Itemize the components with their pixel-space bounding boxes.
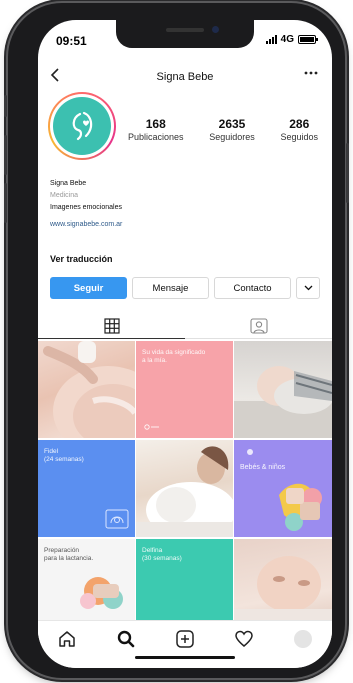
tab-grid[interactable]	[38, 313, 185, 339]
stat-following[interactable]: 286 Seguidos	[280, 117, 318, 142]
new-post-icon[interactable]	[173, 627, 197, 651]
stat-posts[interactable]: 168 Publicaciones	[128, 117, 184, 142]
contact-button[interactable]: Contacto	[214, 277, 291, 299]
followers-count: 2635	[218, 117, 246, 131]
post-tile[interactable]	[234, 341, 332, 438]
posts-count: 168	[145, 117, 166, 131]
post-tile[interactable]: Su vida da significado a la mía.	[136, 341, 233, 438]
top-nav: Signa Bebe	[38, 64, 332, 92]
speaker	[166, 28, 204, 32]
tab-tagged[interactable]	[185, 313, 332, 339]
post-caption: Delfina (30 semanas)	[142, 547, 182, 562]
profile-name: Signa Bebe	[50, 180, 87, 187]
signal-icon	[265, 35, 277, 44]
phone-frame: 09:51 4G Signa Bebe 168 Publicaciones 26…	[4, 3, 349, 678]
post-caption: Su vida da significado a la mía.	[142, 349, 206, 364]
ultrasound-frame-icon	[105, 509, 129, 529]
chevron-down-icon	[304, 285, 312, 291]
pregnant-mother-photo	[136, 446, 233, 537]
post-tile[interactable]: Fidel (24 semanas)	[38, 440, 135, 537]
battery-icon	[298, 35, 318, 44]
heart-icon[interactable]	[232, 627, 256, 651]
status-time: 09:51	[56, 34, 87, 48]
follow-button[interactable]: Seguir	[50, 277, 127, 299]
profile-actions: Seguir Mensaje Contacto	[50, 277, 320, 299]
post-tile[interactable]: Bebés & niños	[234, 440, 332, 537]
network-label: 4G	[280, 34, 294, 45]
post-tile[interactable]	[38, 341, 135, 438]
following-label: Seguidos	[280, 132, 318, 142]
notch	[116, 20, 254, 48]
home-icon[interactable]	[55, 627, 79, 651]
profile-username-title: Signa Bebe	[156, 71, 214, 83]
search-icon[interactable]	[114, 627, 138, 651]
posts-label: Publicaciones	[128, 132, 184, 142]
volume-down-button	[4, 183, 7, 223]
stat-followers[interactable]: 2635 Seguidores	[209, 117, 255, 142]
profile-bio: Signa Bebe Medicina Imagenes emocionales…	[50, 178, 122, 231]
profile-tabs	[38, 313, 332, 339]
see-translation-link[interactable]: Ver traducción	[50, 254, 113, 264]
camera	[212, 26, 219, 33]
grid-icon	[103, 317, 120, 334]
more-options-icon[interactable]	[304, 66, 318, 83]
profile-website-link[interactable]: www.signabebe.com.ar	[50, 219, 122, 231]
post-tile[interactable]	[136, 440, 233, 537]
profile-avatar[interactable]	[48, 92, 116, 160]
post-caption: Preparación para la lactancia.	[44, 547, 94, 562]
profile-category: Medicina	[50, 192, 79, 199]
sleeping-baby-photo	[234, 366, 332, 438]
tagged-user-icon	[249, 317, 268, 334]
profile-stats: 168 Publicaciones 2635 Seguidores 286 Se…	[128, 117, 318, 142]
volume-up-button	[4, 135, 7, 175]
mute-switch	[4, 95, 7, 117]
status-right: 4G	[265, 34, 318, 45]
signa-bebe-watermark-icon	[144, 424, 159, 430]
profile-bio-text: Imagenes emocionales	[50, 204, 122, 211]
pregnancy-ultrasound-photo	[43, 341, 135, 438]
post-caption: Bebés & niños	[240, 464, 286, 471]
followers-label: Seguidores	[209, 132, 255, 142]
post-caption: Fidel (24 semanas)	[44, 448, 84, 463]
power-button	[346, 143, 349, 203]
signa-bebe-logo-icon	[53, 97, 111, 155]
posts-grid: Su vida da significado a la mía. Fidel (…	[38, 341, 332, 636]
phone-screen: 09:51 4G Signa Bebe 168 Publicaciones 26…	[38, 20, 332, 668]
home-indicator	[135, 656, 235, 659]
following-count: 286	[289, 117, 310, 131]
suggestions-button[interactable]	[296, 277, 320, 299]
profile-avatar-icon[interactable]	[291, 627, 315, 651]
message-button[interactable]: Mensaje	[132, 277, 209, 299]
babies-collage-graphic	[247, 449, 322, 531]
bottom-tab-bar	[38, 620, 332, 668]
